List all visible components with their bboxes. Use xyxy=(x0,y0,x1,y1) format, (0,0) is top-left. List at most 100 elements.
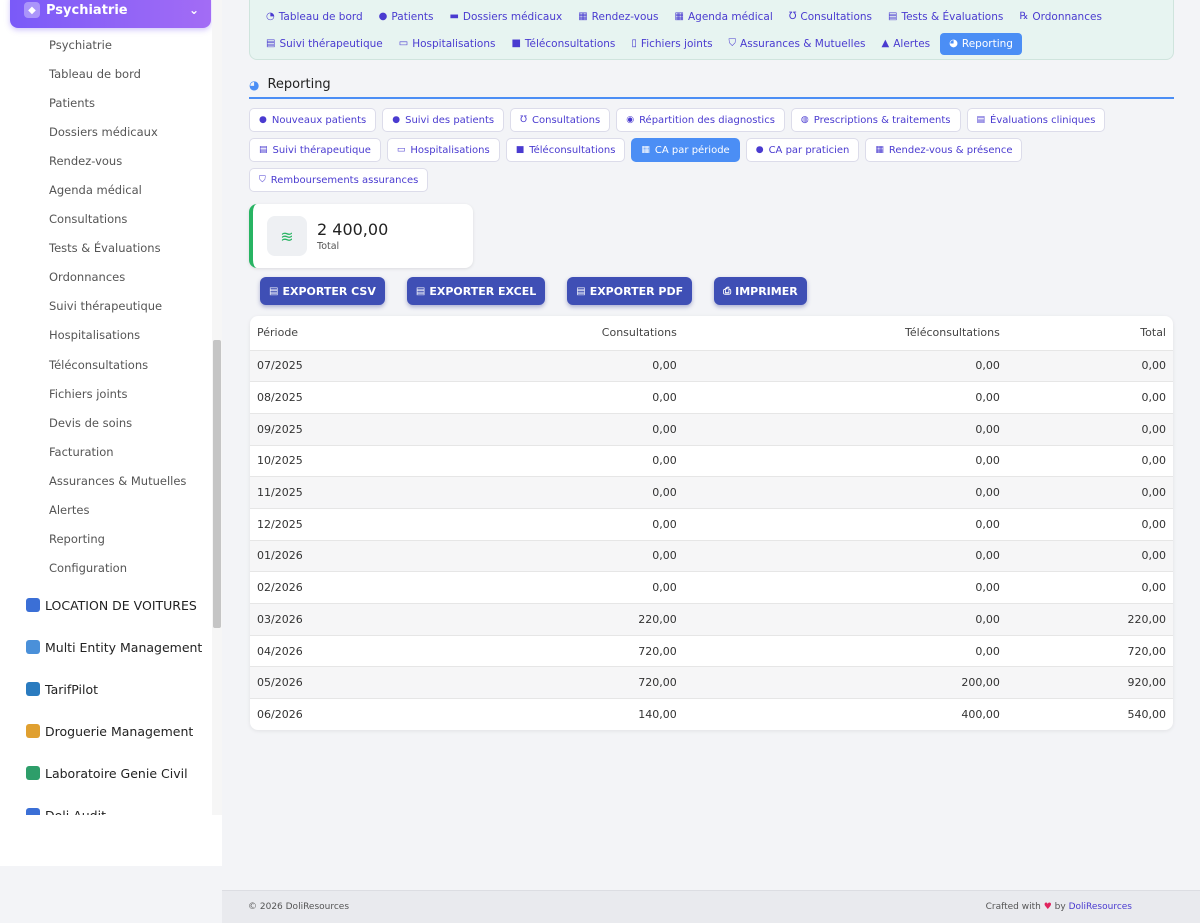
sidebar-item-configuration[interactable]: Configuration xyxy=(0,554,212,583)
topnav-suivi-therapeutique[interactable]: ▤ Suivi thérapeutique xyxy=(260,35,389,53)
sidebar-scrollbar-thumb[interactable] xyxy=(213,340,221,628)
topnav-dossiers-medicaux[interactable]: ▬ Dossiers médicaux xyxy=(443,8,568,26)
clipboard-check-icon: ▤ xyxy=(259,145,268,155)
report-tab-ca-par-periode[interactable]: ▦ CA par période xyxy=(631,138,740,162)
module-multi-entity-management[interactable]: Multi Entity Management xyxy=(0,626,212,668)
report-tab-prescriptions-traitements[interactable]: ◍ Prescriptions & traitements xyxy=(790,108,961,132)
table-cell: 07/2025 xyxy=(257,359,303,373)
topnav-label: Reporting xyxy=(961,37,1013,50)
table-row: 02/2026 0,00 0,00 0,00 xyxy=(250,571,1173,604)
sidebar-item-suivi-therapeutique[interactable]: Suivi thérapeutique xyxy=(0,292,212,321)
export-excel-button[interactable]: ▤ EXPORTER EXCEL xyxy=(406,277,546,305)
report-tab-hospitalisations[interactable]: ▭ Hospitalisations xyxy=(386,138,500,162)
pills-icon: ◍ xyxy=(800,115,809,125)
report-tab-evaluations-cliniques[interactable]: ▤ Évaluations cliniques xyxy=(966,108,1106,132)
sidebar-item-teleconsultations[interactable]: Téléconsultations xyxy=(0,350,212,379)
table-cell: 05/2026 xyxy=(257,676,303,690)
topnav-assurances-mutuelles[interactable]: ⛉ Assurances & Mutuelles xyxy=(723,35,872,53)
sidebar-item-psychiatrie[interactable]: Psychiatrie xyxy=(0,30,212,59)
table-row: 06/2026 140,00 400,00 540,00 xyxy=(250,698,1173,731)
report-tab-label: Rendez-vous & présence xyxy=(888,144,1013,156)
topnav-label: Fichiers joints xyxy=(640,37,713,50)
sidebar-item-rendez-vous[interactable]: Rendez-vous xyxy=(0,146,212,175)
module-psychiatrie-toggle[interactable]: ◆ Psychiatrie ⌄ xyxy=(10,0,211,28)
sidebar-item-agenda-medical[interactable]: Agenda médical xyxy=(0,175,212,204)
module-label: TarifPilot xyxy=(45,681,98,697)
topnav-reporting[interactable]: ◕ Reporting xyxy=(940,32,1022,55)
sidebar-item-patients[interactable]: Patients xyxy=(0,88,212,117)
module-laboratoire-genie-civil[interactable]: Laboratoire Genie Civil xyxy=(0,752,212,794)
footer-brand-link[interactable]: DoliResources xyxy=(1069,902,1132,912)
sidebar-item-alertes[interactable]: Alertes xyxy=(0,496,212,525)
module-droguerie-management[interactable]: Droguerie Management xyxy=(0,710,212,752)
sidebar-item-tests-evaluations[interactable]: Tests & Évaluations xyxy=(0,234,212,263)
file-excel-icon: ▤ xyxy=(415,285,426,297)
topnav-tests-evaluations[interactable]: ▤ Tests & Évaluations xyxy=(882,8,1009,26)
sidebar-item-consultations[interactable]: Consultations xyxy=(0,205,212,234)
col-header-teleconsultations: Téléconsultations xyxy=(905,326,1000,340)
module-label: LOCATION DE VOITURES xyxy=(45,597,197,613)
active-module-label: Psychiatrie xyxy=(46,2,128,18)
report-tab-teleconsultations[interactable]: ■ Téléconsultations xyxy=(505,138,626,162)
report-tab-rendez-vous-presence[interactable]: ▦ Rendez-vous & présence xyxy=(865,138,1023,162)
topnav-agenda-medical[interactable]: ▦ Agenda médical xyxy=(669,8,779,26)
topnav-patients[interactable]: ● Patients xyxy=(373,8,440,26)
report-tab-ca-par-praticien[interactable]: ● CA par praticien xyxy=(745,138,860,162)
file-icon: ▯ xyxy=(631,38,637,49)
sidebar-item-tableau-de-bord[interactable]: Tableau de bord xyxy=(0,59,212,88)
topnav-label: Rendez-vous xyxy=(591,10,659,23)
topnav-rendez-vous[interactable]: ▦ Rendez-vous xyxy=(572,8,664,26)
topnav-consultations[interactable]: ℧ Consultations xyxy=(783,8,878,26)
report-tab-label: CA par période xyxy=(654,144,730,156)
sidebar-item-facturation[interactable]: Facturation xyxy=(0,437,212,466)
main-content: ◔ Tableau de bord ● Patients ▬ Dossiers médic… xyxy=(222,0,1200,890)
module-tarifpilot[interactable]: TarifPilot xyxy=(0,668,212,710)
table-cell: 0,00 xyxy=(975,581,1000,595)
stethoscope-icon: ℧ xyxy=(788,11,797,22)
sidebar-item-dossiers-medicaux[interactable]: Dossiers médicaux xyxy=(0,117,212,146)
module-doli-audit[interactable]: Doli Audit xyxy=(0,794,212,815)
report-tab-repartition-des-diagnostics[interactable]: ◉ Répartition des diagnostics xyxy=(616,108,785,132)
topnav-tableau-de-bord[interactable]: ◔ Tableau de bord xyxy=(260,8,369,26)
sidebar-item-reporting[interactable]: Reporting xyxy=(0,525,212,554)
module-location-de-voitures[interactable]: LOCATION DE VOITURES xyxy=(0,584,212,626)
module-label: Multi Entity Management xyxy=(45,639,203,655)
report-tab-suivi-des-patients[interactable]: ● Suivi des patients xyxy=(382,108,505,132)
report-tab-nouveaux-patients[interactable]: ● Nouveaux patients xyxy=(249,108,377,132)
export-pdf-button[interactable]: ▤ EXPORTER PDF xyxy=(567,277,693,305)
topnav-alertes[interactable]: ▲ Alertes xyxy=(876,35,937,53)
module-label: Doli Audit xyxy=(45,807,106,816)
calendar-icon: ▦ xyxy=(674,11,684,22)
sidebar-item-fichiers-joints[interactable]: Fichiers joints xyxy=(0,379,212,408)
sidebar-item-ordonnances[interactable]: Ordonnances xyxy=(0,263,212,292)
table-body: 07/2025 0,00 0,00 0,00 08/2025 0,00 0,00 0,00 09… xyxy=(250,350,1173,730)
bed-icon: ▭ xyxy=(398,38,409,49)
topnav-fichiers-joints[interactable]: ▯ Fichiers joints xyxy=(625,35,718,53)
report-tab-consultations[interactable]: ℧ Consultations xyxy=(510,108,611,132)
clipboard-icon: ▤ xyxy=(976,115,986,125)
topnav-label: Ordonnances xyxy=(1032,10,1102,23)
topnav-ordonnances[interactable]: ℞ Ordonnances xyxy=(1013,8,1108,26)
sidebar-item-hospitalisations[interactable]: Hospitalisations xyxy=(0,321,212,350)
table-cell: 220,00 xyxy=(1127,612,1167,626)
bed-icon: ▭ xyxy=(396,145,406,155)
table-cell: 0,00 xyxy=(1141,391,1167,405)
table-cell: 0,00 xyxy=(652,581,677,595)
sidebar-item-devis-de-soins[interactable]: Devis de soins xyxy=(0,408,212,437)
topnav-label: Consultations xyxy=(800,10,873,23)
topnav-teleconsultations[interactable]: ■ Téléconsultations xyxy=(505,35,621,53)
sidebar: ◆ Psychiatrie ⌄ Psychiatrie Tableau de bo… xyxy=(0,0,222,866)
table-cell: 0,00 xyxy=(652,517,677,531)
sidebar-item-assurances-mutuelles[interactable]: Assurances & Mutuelles xyxy=(0,466,212,495)
topnav-hospitalisations[interactable]: ▭ Hospitalisations xyxy=(393,35,502,53)
table-row: 10/2025 0,00 0,00 0,00 xyxy=(250,445,1173,477)
report-tab-label: Répartition des diagnostics xyxy=(639,114,775,126)
table-cell: 0,00 xyxy=(1141,359,1167,373)
table-cell: 220,00 xyxy=(638,612,677,626)
print-button[interactable]: ⎙ IMPRIMER xyxy=(714,277,807,305)
export-csv-button[interactable]: ▤ EXPORTER CSV xyxy=(260,277,385,305)
topnav-label: Agenda médical xyxy=(687,10,773,23)
report-tab-remboursements-assurances[interactable]: ⛉ Remboursements assurances xyxy=(249,168,429,192)
report-tab-suivi-therapeutique[interactable]: ▤ Suivi thérapeutique xyxy=(249,138,381,162)
table-cell: 0,00 xyxy=(652,454,677,468)
